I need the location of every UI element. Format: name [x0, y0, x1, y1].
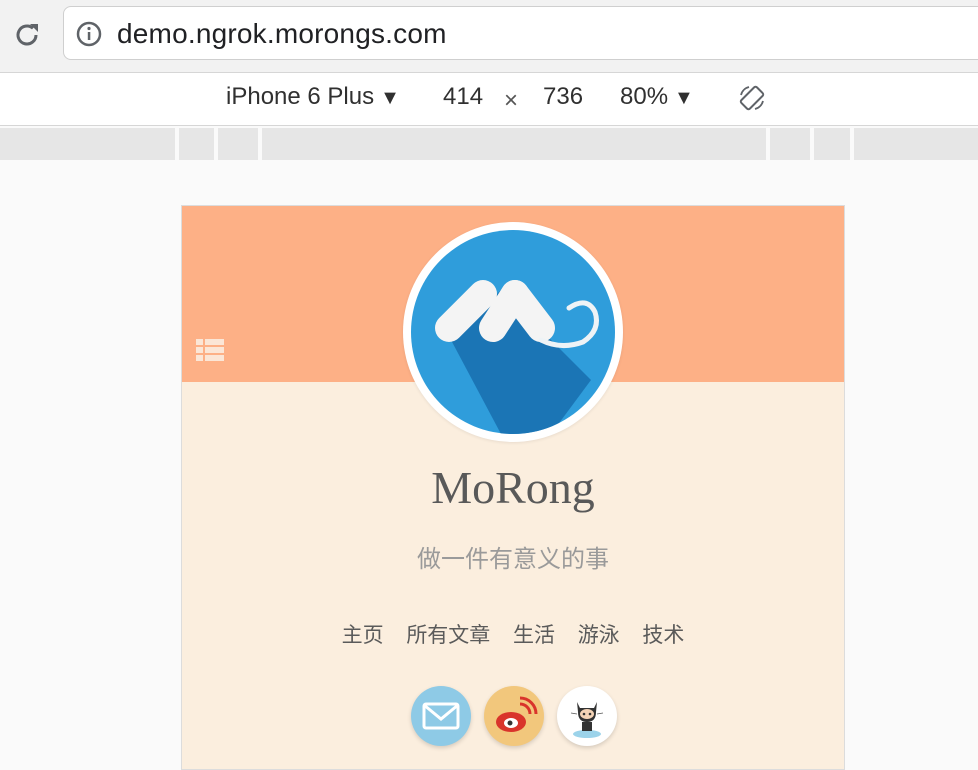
reload-icon [16, 24, 38, 46]
nav-home[interactable]: 主页 [342, 623, 384, 647]
site-subtitle: 做一件有意义的事 [417, 545, 609, 573]
ruler-divider [175, 128, 179, 160]
zoom-select[interactable]: 80% ▼ [620, 83, 694, 111]
site-title: MoRong [431, 462, 595, 513]
address-bar[interactable]: demo.ngrok.morongs.com [63, 6, 978, 60]
menu-list-icon[interactable] [196, 339, 224, 363]
ruler-divider [766, 128, 770, 160]
zoom-value: 80% [620, 83, 669, 110]
rotate-icon[interactable] [737, 83, 767, 113]
weibo-link[interactable] [484, 686, 544, 746]
ruler-divider [810, 128, 814, 160]
ruler-divider [850, 128, 854, 160]
nav-tech[interactable]: 技术 [642, 623, 684, 647]
height-input[interactable]: 736 [543, 83, 583, 111]
morong-logo-icon [411, 230, 615, 434]
browser-toolbar: demo.ngrok.morongs.com [0, 0, 978, 73]
nav-all-articles[interactable]: 所有文章 [406, 623, 490, 647]
device-toolbar: iPhone 6 Plus ▼ 414 × 736 80% ▼ [0, 73, 978, 126]
avatar[interactable] [403, 222, 623, 442]
site-nav: 主页 所有文章 生活 游泳 技术 [182, 619, 844, 649]
nav-life[interactable]: 生活 [513, 623, 555, 647]
media-query-bar[interactable] [0, 128, 978, 160]
info-icon[interactable] [76, 21, 102, 47]
ruler-divider [214, 128, 218, 160]
weibo-icon [496, 696, 538, 732]
nav-swimming[interactable]: 游泳 [578, 623, 620, 647]
mail-link[interactable] [411, 686, 471, 746]
github-octocat-icon [570, 702, 604, 738]
times-icon: × [504, 87, 519, 114]
device-select[interactable]: iPhone 6 Plus ▼ [226, 83, 400, 111]
ruler-divider [258, 128, 262, 160]
device-name: iPhone 6 Plus [226, 83, 375, 110]
dropdown-caret-icon: ▼ [674, 87, 694, 109]
dropdown-caret-icon: ▼ [380, 87, 400, 109]
url-text: demo.ngrok.morongs.com [117, 18, 447, 49]
width-input[interactable]: 414 [443, 83, 483, 111]
device-viewport: MoRong 做一件有意义的事 主页 所有文章 生活 游泳 技术 [181, 205, 845, 770]
reload-button[interactable] [10, 18, 44, 52]
github-link[interactable] [557, 686, 617, 746]
mail-icon [422, 702, 460, 730]
